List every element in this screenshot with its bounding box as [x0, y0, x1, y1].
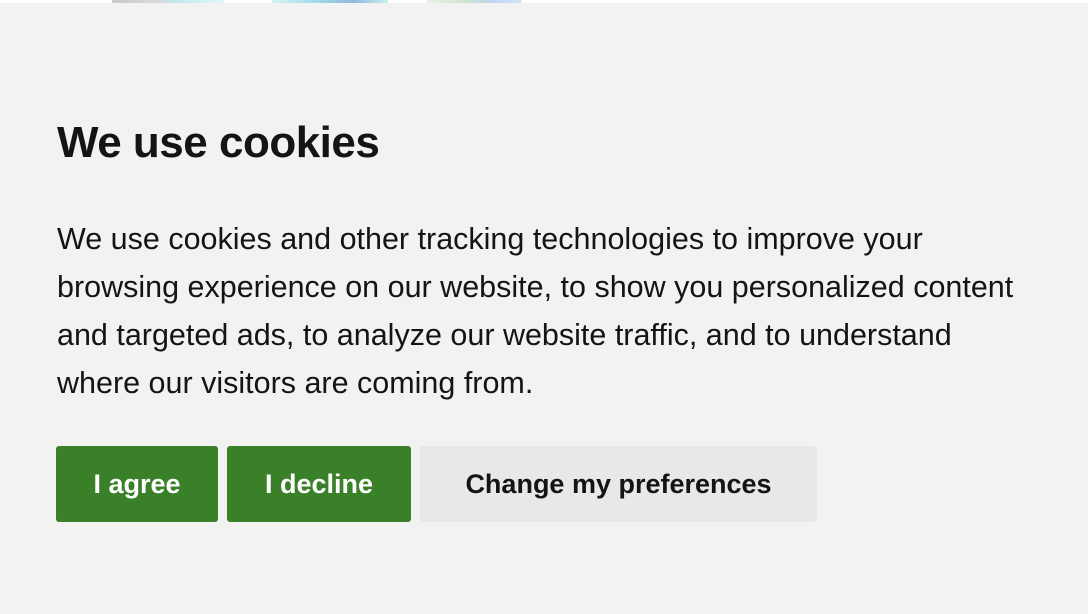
cookie-consent-banner: We use cookies We use cookies and other …	[0, 3, 1088, 614]
agree-button[interactable]: I agree	[56, 446, 218, 522]
cookie-banner-description: We use cookies and other tracking techno…	[57, 222, 1014, 400]
cookie-banner-actions: I agree I decline Change my preferences	[56, 446, 817, 522]
decline-button[interactable]: I decline	[227, 446, 411, 522]
change-preferences-button[interactable]: Change my preferences	[420, 446, 817, 522]
cookie-banner-title: We use cookies	[57, 118, 380, 167]
page: We use cookies We use cookies and other …	[0, 0, 1088, 614]
